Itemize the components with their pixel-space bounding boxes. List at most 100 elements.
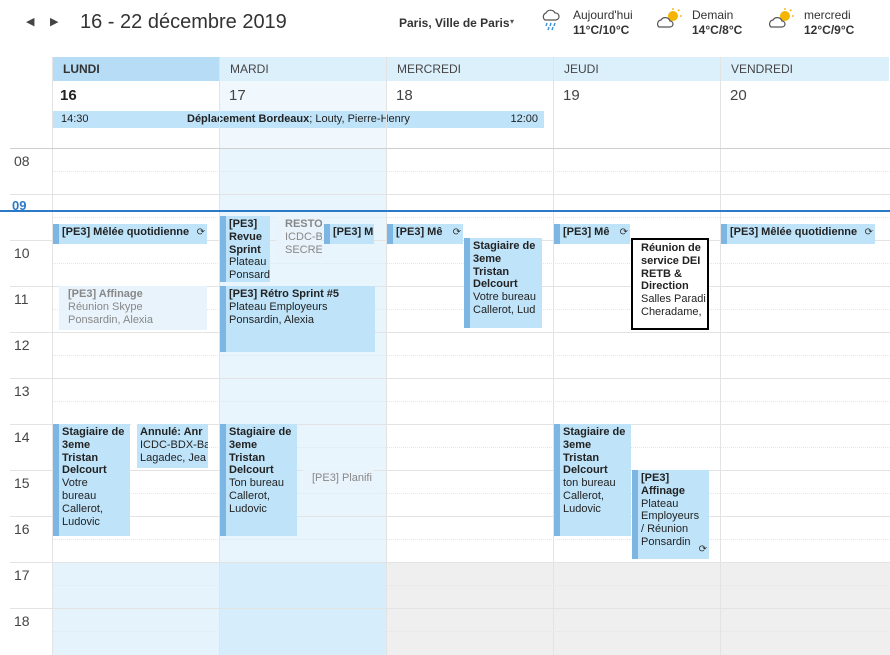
event-location: Employeurs bbox=[641, 510, 700, 523]
allday-event-title: Déplacement Bordeaux bbox=[187, 113, 310, 125]
day-number-thursday[interactable]: 19 bbox=[563, 87, 580, 104]
day-header-thursday[interactable]: JEUDI bbox=[554, 57, 721, 81]
event-title: [PE3] Revue Sprint bbox=[229, 218, 263, 256]
allday-event-who: ; Louty, Pierre-Henry bbox=[309, 113, 410, 125]
event-organizer: Ludovic bbox=[229, 502, 267, 515]
event-location: Plateau bbox=[641, 497, 679, 510]
event-planification[interactable]: [PE3] Planifi bbox=[303, 470, 374, 490]
event-organizer: Callerot, bbox=[563, 489, 604, 502]
event-organizer: Ponsardin bbox=[641, 535, 691, 548]
column-divider bbox=[52, 57, 53, 655]
event-organizer: Ponsard bbox=[229, 269, 270, 282]
hour-label: 16 bbox=[14, 521, 30, 537]
event-title: Stagiaire de 3eme Tristan Delcourt bbox=[229, 426, 292, 477]
event-title: Stagiaire de 3eme Tristan Delcourt bbox=[563, 426, 626, 477]
hour-label: 17 bbox=[14, 567, 30, 583]
event-affinage[interactable]: [PE3] Affinage Réunion Skype Ponsardin, … bbox=[59, 286, 207, 330]
event-title: Stagiaire de 3eme Tristan Delcourt bbox=[473, 240, 536, 291]
current-hour-label: 09 bbox=[12, 198, 27, 213]
event-stagiaire-3eme[interactable]: Stagiaire de 3eme Tristan Delcourt Votre… bbox=[464, 238, 542, 328]
event-reunion-service-dei[interactable]: Réunion de service DEI RETB & Direction … bbox=[631, 238, 709, 330]
event-location: / Réunion bbox=[641, 523, 689, 536]
next-week-icon[interactable]: ▶ bbox=[50, 15, 58, 28]
event-organizer: Ludovic bbox=[62, 515, 100, 528]
event-organizer: SECRET bbox=[285, 243, 322, 256]
event-stagiaire-3eme[interactable]: Stagiaire de 3eme Tristan Delcourt Ton b… bbox=[220, 424, 297, 536]
event-location: Plateau Employeurs bbox=[229, 300, 328, 313]
event-title: [PE3] Mêlée quotidienne bbox=[730, 226, 858, 238]
half-hour-line bbox=[53, 585, 890, 586]
half-hour-line bbox=[53, 493, 890, 494]
event-stagiaire-3eme[interactable]: Stagiaire de 3eme Tristan Delcourt Votre… bbox=[53, 424, 130, 536]
day-header-wednesday[interactable]: MERCREDI bbox=[387, 57, 554, 81]
day-number-tuesday[interactable]: 17 bbox=[229, 87, 246, 104]
hour-line bbox=[10, 194, 890, 195]
hour-label: 14 bbox=[14, 429, 30, 445]
event-title: RESTO bbox=[285, 218, 322, 230]
allday-end-time: 12:00 bbox=[510, 113, 538, 125]
event-revue-sprint[interactable]: [PE3] Revue Sprint Plateau Ponsard bbox=[220, 216, 270, 282]
event-location: Réunion Skype bbox=[68, 300, 143, 313]
day-number-monday[interactable]: 16 bbox=[60, 87, 77, 104]
event-location: Ton bureau bbox=[229, 477, 285, 490]
event-location: ICDC-BI bbox=[285, 230, 322, 243]
hour-label: 10 bbox=[14, 245, 30, 261]
weather-tomorrow-label: Demain bbox=[692, 8, 734, 22]
event-title: [PE3] Planifi bbox=[312, 472, 372, 484]
event-affinage[interactable]: [PE3] Affinage Plateau Employeurs / Réun… bbox=[632, 470, 709, 559]
event-title: [PE3] Affinage bbox=[641, 472, 685, 497]
half-hour-line bbox=[53, 355, 890, 356]
rain-cloud-icon bbox=[540, 8, 562, 32]
recurrence-icon: ⟳ bbox=[619, 227, 628, 238]
previous-week-icon[interactable]: ◀ bbox=[26, 15, 34, 28]
allday-event-text: Déplacement Bordeaux; Louty, Pierre-Henr… bbox=[187, 113, 410, 125]
hour-line bbox=[10, 562, 890, 563]
weather-location[interactable]: Paris, Ville de Paris bbox=[399, 16, 510, 30]
event-location: Salles Paradi bbox=[641, 293, 706, 306]
column-divider bbox=[219, 57, 220, 655]
allday-divider bbox=[10, 148, 890, 149]
hour-line bbox=[10, 608, 890, 609]
allday-event-deplacement[interactable]: 14:30 Déplacement Bordeaux; Louty, Pierr… bbox=[53, 111, 544, 128]
event-retro-sprint[interactable]: [PE3] Rétro Sprint #5 Plateau Employeurs… bbox=[220, 286, 375, 352]
day-header-tuesday[interactable]: MARDI bbox=[220, 57, 387, 81]
event-annule[interactable]: Annulé: Anr ICDC-BDX-Ba Lagadec, Jea bbox=[131, 424, 208, 468]
event-melee-quotidienne[interactable]: [PE3] M bbox=[324, 224, 374, 244]
recurrence-icon: ⟳ bbox=[196, 227, 205, 238]
event-melee-quotidienne[interactable]: [PE3] Mê ⟳ bbox=[554, 224, 630, 244]
hour-label: 15 bbox=[14, 475, 30, 491]
event-organizer: Callerot, bbox=[229, 489, 270, 502]
weather-wednesday-label: mercredi bbox=[804, 8, 851, 22]
half-hour-line bbox=[53, 401, 890, 402]
event-melee-quotidienne[interactable]: [PE3] Mêlée quotidienne ⟳ bbox=[53, 224, 207, 244]
weather-today-label: Aujourd'hui bbox=[573, 8, 633, 22]
event-title: [PE3] Mê bbox=[396, 226, 443, 238]
weather-today-temp: 11°C/10°C bbox=[573, 23, 630, 37]
day-number-friday[interactable]: 20 bbox=[730, 87, 747, 104]
hour-line bbox=[10, 332, 890, 333]
event-organizer: Cheradame, bbox=[641, 305, 702, 318]
event-title: [PE3] M bbox=[333, 226, 374, 238]
event-location: ICDC-BDX-Ba bbox=[140, 438, 208, 451]
event-resto[interactable]: RESTO ICDC-BI SECRET bbox=[276, 216, 322, 260]
event-organizer: Ponsardin, Alexia bbox=[229, 313, 314, 326]
day-header-friday[interactable]: VENDREDI bbox=[721, 57, 890, 81]
event-title: [PE3] Mê bbox=[563, 226, 610, 238]
event-organizer: Ludovic bbox=[563, 502, 601, 515]
event-title: [PE3] Mêlée quotidienne bbox=[62, 226, 190, 238]
hour-line bbox=[10, 378, 890, 379]
hour-label: 13 bbox=[14, 383, 30, 399]
hour-label: 12 bbox=[14, 337, 30, 353]
column-divider bbox=[720, 57, 721, 655]
half-hour-line bbox=[53, 217, 890, 218]
location-dropdown-icon[interactable]: ▾ bbox=[510, 17, 514, 26]
day-number-wednesday[interactable]: 18 bbox=[396, 87, 413, 104]
event-melee-quotidienne[interactable]: [PE3] Mêlée quotidienne ⟳ bbox=[721, 224, 875, 244]
day-header-monday[interactable]: LUNDI bbox=[53, 57, 220, 81]
event-melee-quotidienne[interactable]: [PE3] Mê ⟳ bbox=[387, 224, 463, 244]
sun-cloud-icon bbox=[656, 8, 684, 30]
hour-line bbox=[10, 516, 890, 517]
event-stagiaire-3eme[interactable]: Stagiaire de 3eme Tristan Delcourt ton b… bbox=[554, 424, 631, 536]
event-organizer: Lagadec, Jea bbox=[140, 451, 207, 464]
hour-label: 08 bbox=[14, 153, 30, 169]
